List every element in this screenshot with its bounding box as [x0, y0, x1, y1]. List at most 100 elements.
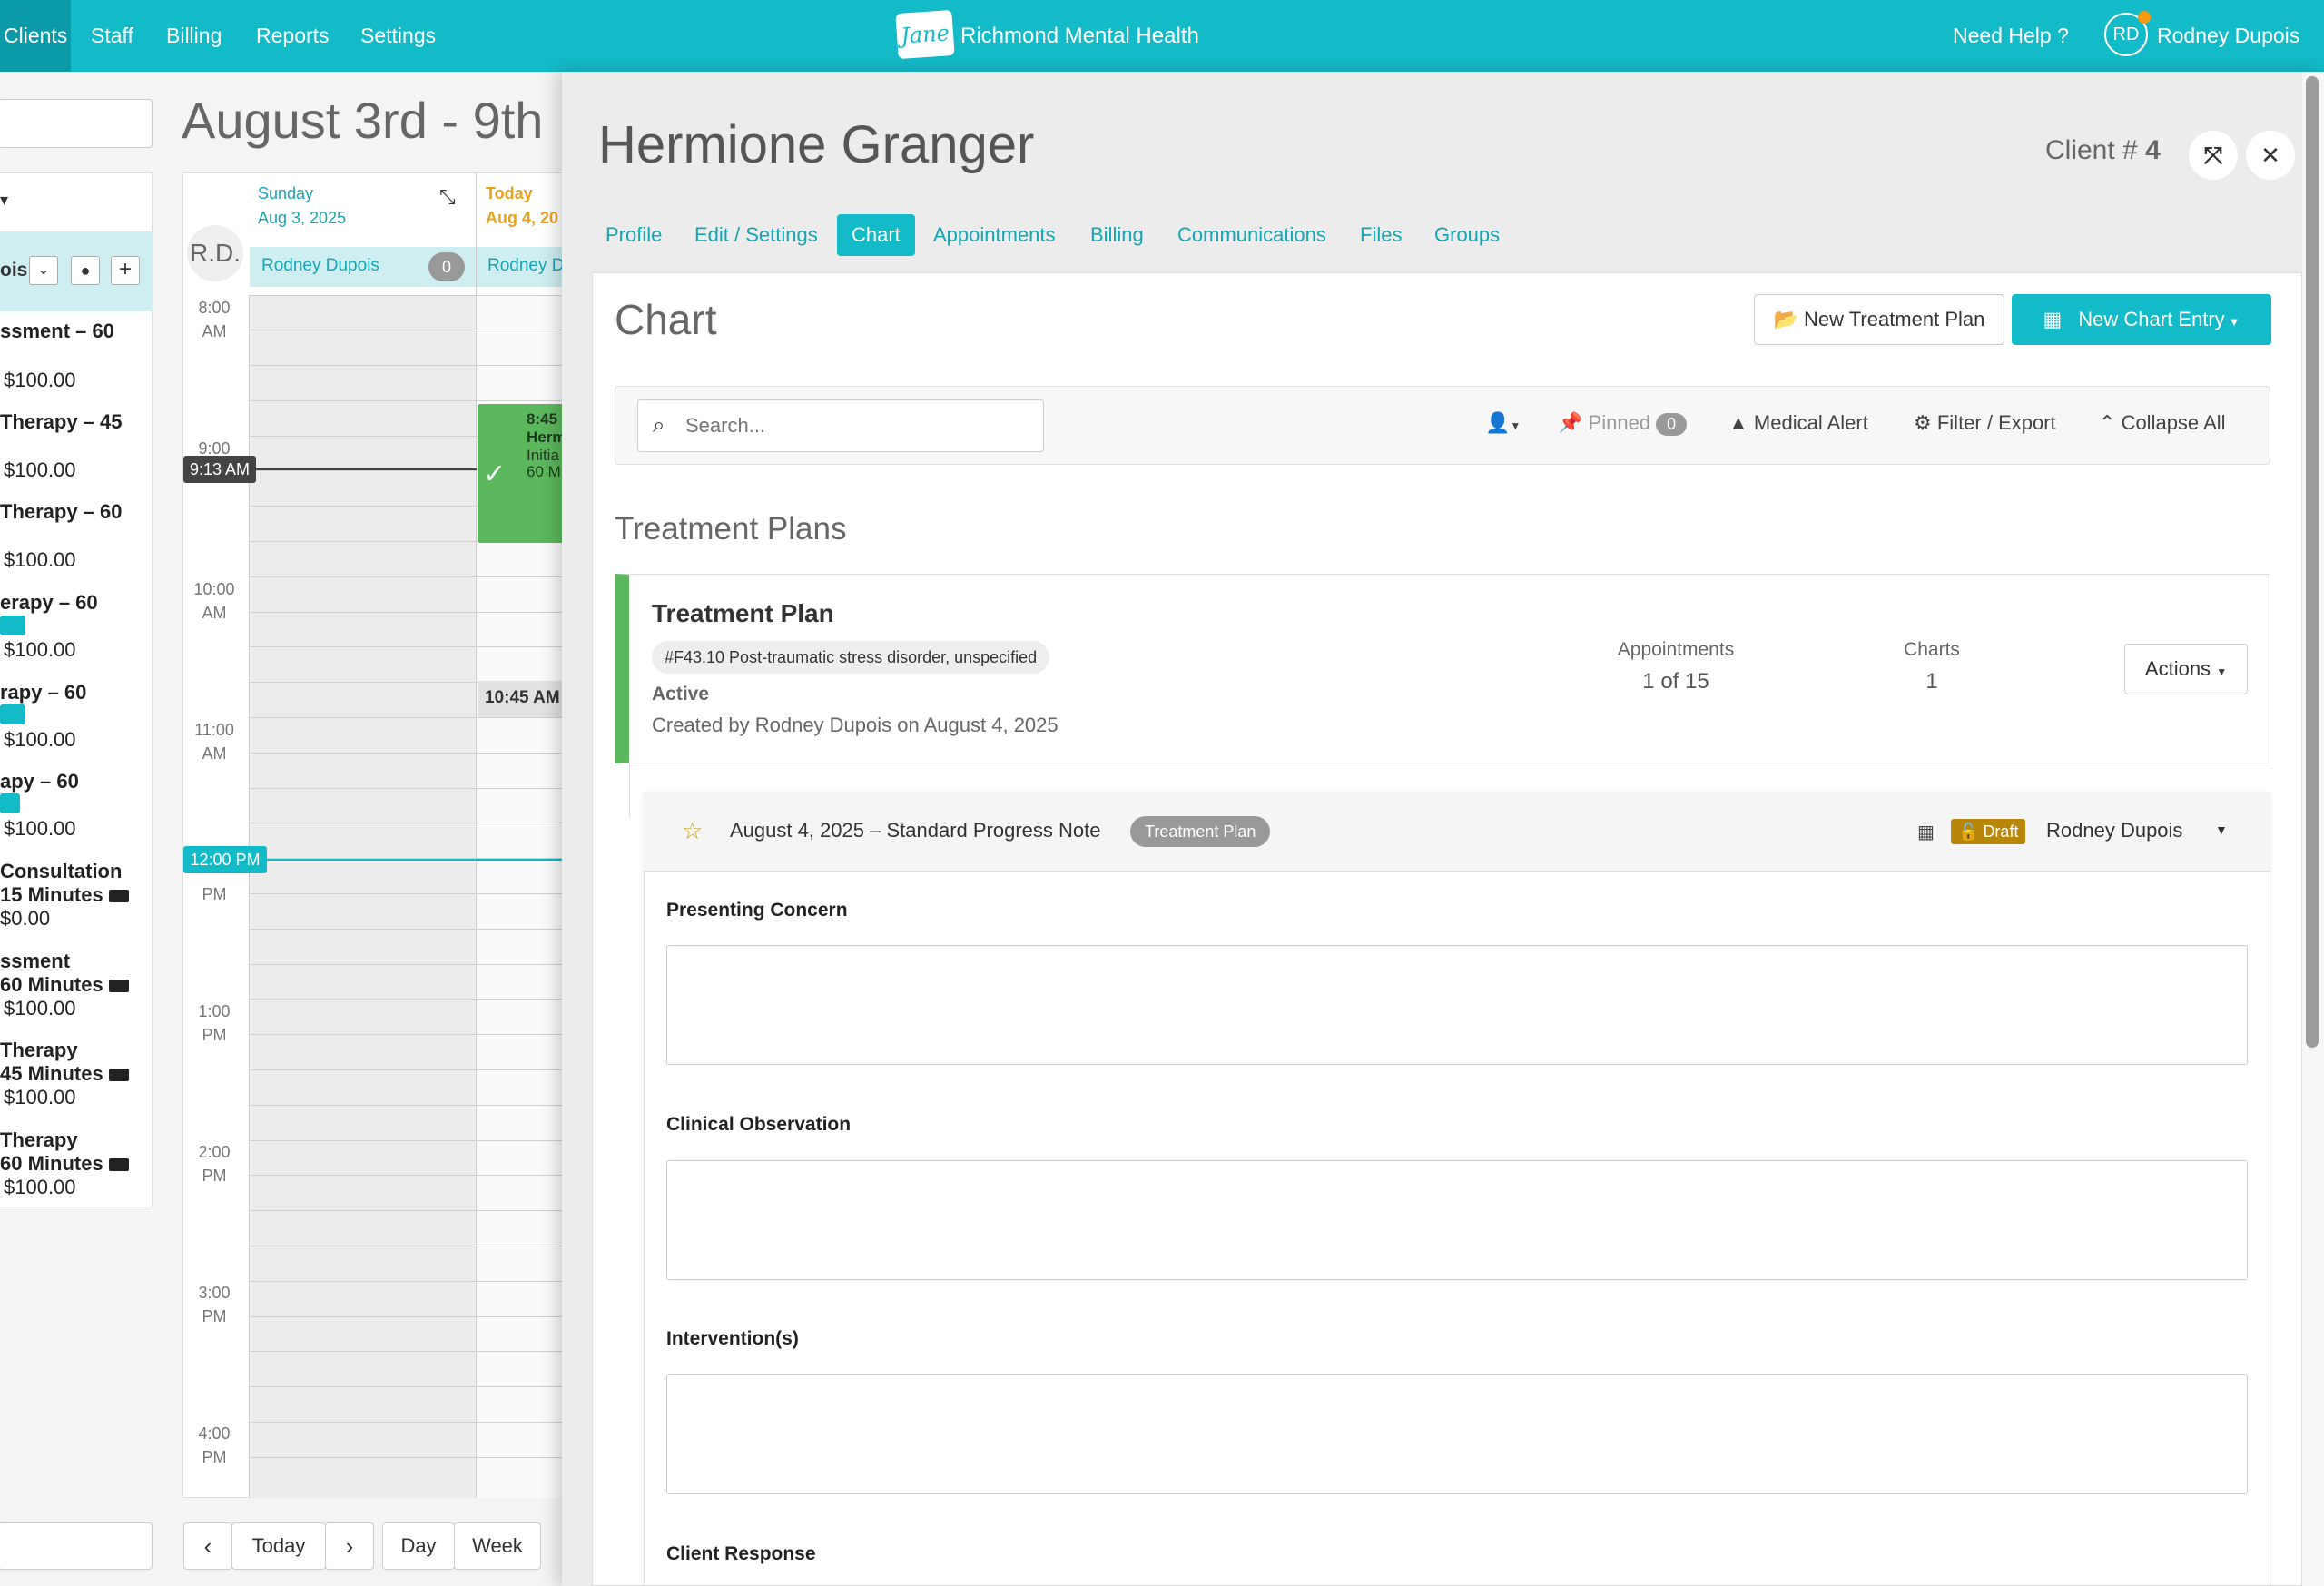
service-price: $0.00 — [0, 907, 51, 930]
service-duration: 60 Minutes — [0, 1152, 129, 1176]
drawer-scrollbar-thumb[interactable] — [2306, 76, 2319, 1048]
grid-line — [250, 999, 563, 1000]
user-menu[interactable]: Rodney Dupois ▼ — [2157, 0, 2324, 117]
tab-communications[interactable]: Communications — [1163, 214, 1341, 256]
nav-settings[interactable]: Settings — [360, 0, 436, 72]
sunday-date[interactable]: Aug 3, 2025 — [258, 209, 346, 228]
day-view-button[interactable]: Day — [382, 1522, 455, 1570]
client-search-input[interactable] — [0, 99, 153, 148]
time-label: PM — [202, 885, 227, 903]
presenting-concern-field[interactable] — [666, 945, 2248, 1065]
sunday-label[interactable]: Sunday — [258, 184, 313, 203]
new-treatment-plan-button[interactable]: 📂 New Treatment Plan — [1754, 294, 2004, 345]
actions-button[interactable]: Actions ▼ — [2124, 644, 2248, 694]
staff-filter-caret-icon[interactable]: ▾ — [0, 191, 8, 210]
help-link[interactable]: Need Help ? — [1953, 0, 2069, 72]
expand-icon[interactable]: ⤧ — [2189, 131, 2238, 180]
chevron-up-icon: ⌃ — [2099, 411, 2116, 434]
service-item[interactable]: ssment — [0, 950, 70, 973]
time-label: 1:00 — [198, 1002, 231, 1020]
appointment-time: 8:45 — [527, 410, 558, 428]
nav-staff[interactable]: Staff — [91, 0, 133, 72]
grid-line — [250, 1386, 563, 1387]
nav-reports[interactable]: Reports — [256, 0, 330, 72]
grid-line — [250, 1210, 563, 1211]
pinned-filter[interactable]: 📌 Pinned 0 — [1558, 411, 1688, 436]
service-price: $100.00 — [4, 1086, 76, 1108]
service-item[interactable]: rapy – 60 — [0, 681, 86, 704]
today-button[interactable]: Today — [231, 1522, 326, 1570]
service-item[interactable]: Therapy — [0, 1039, 78, 1062]
close-icon[interactable]: ✕ — [2246, 131, 2295, 180]
plan-created-by: Created by Rodney Dupois on August 4, 20… — [652, 714, 1059, 736]
practitioner-name[interactable]: Rodney Dupois — [261, 256, 379, 276]
chart-title: Chart — [615, 296, 717, 343]
today-date[interactable]: Aug 4, 20 — [486, 209, 558, 228]
chart-search-field[interactable]: ⌕ — [637, 399, 1044, 452]
pin-icon: 📌 — [1558, 411, 1583, 434]
time-label: 4:00 — [198, 1424, 231, 1443]
grid-line — [250, 576, 563, 577]
footer-input[interactable] — [0, 1522, 153, 1570]
unavailable-area — [250, 295, 477, 1498]
appointment-client: Herm — [527, 429, 566, 446]
medical-alert-button[interactable]: ▲ Medical Alert — [1728, 411, 1868, 435]
today-label[interactable]: Today — [486, 184, 533, 203]
next-week-button[interactable]: › — [325, 1522, 374, 1570]
current-time-badge: 9:13 AM — [183, 456, 256, 483]
star-icon[interactable]: ☆ — [682, 817, 703, 845]
tab-billing[interactable]: Billing — [1076, 214, 1158, 256]
grid-line — [250, 612, 563, 613]
nav-billing[interactable]: Billing — [166, 0, 222, 72]
service-item[interactable]: ssment – 60 — [0, 320, 114, 343]
service-item[interactable]: Therapy – 60 — [0, 500, 123, 524]
note-title[interactable]: August 4, 2025 – Standard Progress Note — [730, 819, 1100, 842]
treatment-plans-heading: Treatment Plans — [615, 511, 847, 547]
service-item[interactable]: Consultation — [0, 860, 122, 883]
note-menu-caret-icon[interactable]: ▼ — [2215, 823, 2228, 837]
collapse-all-button[interactable]: ⌃ Collapse All — [2099, 411, 2226, 435]
grid-line — [250, 717, 563, 718]
clinical-observation-field[interactable] — [666, 1160, 2248, 1280]
clinic-name[interactable]: Richmond Mental Health — [960, 0, 1199, 72]
service-price: $100.00 — [4, 1176, 76, 1198]
tab-groups[interactable]: Groups — [1420, 214, 1514, 256]
time-label: AM — [202, 744, 227, 763]
tab-profile[interactable]: Profile — [591, 214, 676, 256]
nav-clients[interactable]: Clients — [0, 0, 71, 72]
filter-export-label: Filter / Export — [1936, 411, 2056, 434]
service-price: $100.00 — [4, 548, 76, 571]
time-label: 10:00 — [193, 580, 235, 598]
tab-files[interactable]: Files — [1345, 214, 1416, 256]
service-item[interactable]: erapy – 60 — [0, 591, 98, 615]
charts-label: Charts — [1904, 639, 1960, 660]
add-icon[interactable]: + — [111, 256, 140, 285]
service-item[interactable]: apy – 60 — [0, 770, 79, 793]
collapse-icon[interactable]: ⤡ — [439, 185, 456, 209]
service-duration: 45 Minutes — [0, 1062, 129, 1086]
tab-appointments[interactable]: Appointments — [919, 214, 1070, 256]
person-icon[interactable]: ● — [71, 256, 100, 285]
service-item[interactable]: Therapy — [0, 1128, 78, 1152]
practitioner-name-today[interactable]: Rodney D — [487, 256, 565, 276]
grid-line — [250, 788, 563, 789]
tab-edit-settings[interactable]: Edit / Settings — [680, 214, 832, 256]
service-item[interactable]: Therapy – 45 — [0, 410, 123, 434]
interventions-field[interactable] — [666, 1374, 2248, 1494]
new-chart-entry-button[interactable]: ▦ New Chart Entry ▼ — [2012, 294, 2271, 345]
group-icon — [0, 704, 25, 724]
week-view-button[interactable]: Week — [454, 1522, 541, 1570]
user-filter-dropdown[interactable]: 👤▼ — [1485, 411, 1521, 435]
video-icon — [108, 1069, 129, 1082]
filter-export-button[interactable]: ⚙ Filter / Export — [1914, 411, 2056, 435]
tab-chart[interactable]: Chart — [837, 214, 915, 256]
grid-line — [250, 1422, 563, 1423]
prev-week-button[interactable]: ‹ — [183, 1522, 232, 1570]
video-icon — [108, 980, 129, 993]
time-label: AM — [202, 322, 227, 340]
calendar-icon[interactable]: ▦ — [1917, 821, 1935, 843]
grid-line — [250, 1316, 563, 1317]
staff-dropdown-icon[interactable]: ⌄ — [29, 256, 58, 285]
chart-search-input[interactable] — [685, 411, 1030, 440]
time-label: 2:00 — [198, 1143, 231, 1161]
